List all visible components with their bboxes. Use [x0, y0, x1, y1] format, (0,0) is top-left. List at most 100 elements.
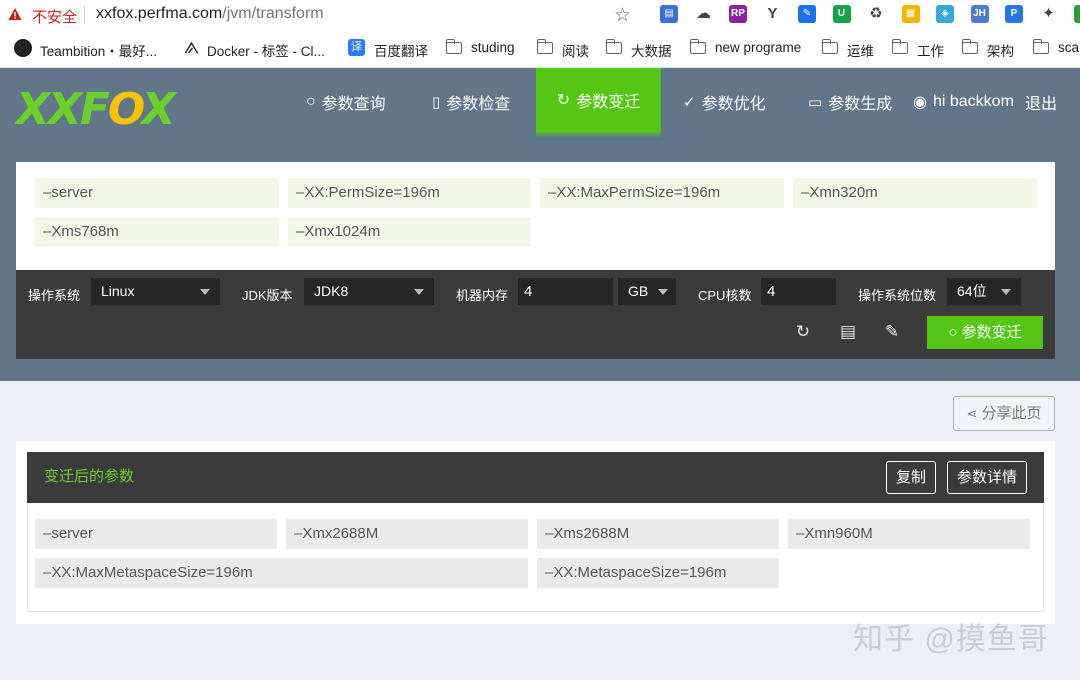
shield-ext-icon[interactable]: U: [832, 5, 851, 23]
bookmark-folder-ops[interactable]: 运维: [847, 40, 874, 60]
nav-item-generate[interactable]: ▭ 参数生成: [808, 68, 892, 136]
nav-label: 参数检查: [446, 96, 511, 113]
bookmark-teambition[interactable]: Teambition・最好...: [40, 40, 157, 60]
input-param-chip[interactable]: –XX:MaxPermSize=196m: [540, 178, 784, 208]
logout-link[interactable]: 退出: [1025, 68, 1057, 136]
jdk-value: JDK8: [314, 283, 349, 299]
edit-icon[interactable]: ✎: [882, 322, 902, 342]
user-greeting: hi backkom: [932, 93, 1014, 110]
bookmark-folder-studing[interactable]: studing: [471, 40, 515, 55]
recycle-ext-icon[interactable]: ♻: [867, 5, 885, 23]
folder-icon: [690, 39, 706, 54]
bookmark-star-icon[interactable]: ☆: [614, 4, 631, 27]
nav-label: 参数生成: [828, 96, 893, 113]
result-param-chip[interactable]: –Xmx2688M: [286, 519, 528, 549]
result-param-chip[interactable]: –Xms2688M: [537, 519, 779, 549]
transform-button[interactable]: ○ 参数变迁: [927, 316, 1043, 349]
memory-input[interactable]: 4: [518, 278, 613, 305]
result-title: 变迁后的参数: [44, 468, 135, 485]
cpu-label: CPU核数: [698, 288, 752, 303]
jdk-select[interactable]: JDK8: [304, 278, 434, 305]
note-ext-icon[interactable]: ▦: [901, 5, 920, 23]
result-param-chip[interactable]: –Xmn960M: [788, 519, 1030, 549]
caret-down-icon: [200, 289, 210, 295]
bookmark-folder-new-programe[interactable]: new programe: [715, 40, 801, 55]
bookmarks-bar: Teambition・最好... Docker - 标签 - Cl... 译 百…: [0, 30, 1080, 68]
os-select[interactable]: Linux: [91, 278, 220, 305]
url-path: /jvm/transform: [222, 5, 324, 22]
url-separator: [84, 6, 85, 24]
search-icon: ○: [306, 93, 316, 110]
v-ext-icon[interactable]: V: [1074, 5, 1080, 23]
caret-down-icon: [414, 289, 424, 295]
transform-button-label: 参数变迁: [961, 324, 1022, 341]
folder-icon: [1033, 39, 1049, 54]
search-icon: ○: [948, 324, 958, 341]
share-label: 分享此页: [981, 405, 1042, 422]
caret-down-icon: [1001, 289, 1011, 295]
y-ext-icon[interactable]: Y: [763, 5, 782, 23]
result-param-chip[interactable]: –XX:MaxMetaspaceSize=196m: [35, 558, 528, 588]
teambition-icon: [14, 39, 32, 57]
os-label: 操作系统: [28, 288, 81, 303]
screen-ext-icon[interactable]: ◈: [936, 5, 954, 23]
refresh-icon: ↻: [556, 92, 571, 109]
nav-item-check[interactable]: ▯ 参数检查: [432, 68, 510, 136]
input-param-chip[interactable]: –Xmn320m: [793, 178, 1037, 208]
bookmark-folder-architecture[interactable]: 架构: [987, 40, 1014, 60]
fox-ext-icon[interactable]: ✦: [1039, 5, 1058, 23]
url-text[interactable]: xxfox.perfma.com/jvm/transform: [96, 5, 324, 23]
folder-icon: [446, 39, 462, 54]
browser-address-bar[interactable]: 不安全 xxfox.perfma.com/jvm/transform ☆ ▤ ☁ R…: [0, 0, 1080, 30]
input-param-chip[interactable]: –Xmx1024m: [288, 217, 531, 247]
check-circle-icon: ✓: [683, 94, 696, 111]
baidu-translate-icon: 译: [348, 39, 365, 56]
nav-item-transform-active[interactable]: ↻ 参数变迁: [536, 68, 661, 138]
clipboard-icon[interactable]: ▤: [838, 322, 858, 342]
bookmark-docker[interactable]: Docker - 标签 - Cl...: [207, 40, 325, 60]
param-detail-button[interactable]: 参数详情: [947, 461, 1027, 494]
arch-value: 64位: [957, 283, 987, 299]
cpu-input[interactable]: 4: [761, 278, 836, 305]
nav-item-optimize[interactable]: ✓ 参数优化: [683, 68, 766, 136]
reset-icon[interactable]: ↻: [793, 322, 813, 342]
input-param-chip[interactable]: –Xms768m: [35, 217, 279, 247]
nav-label: 参数优化: [701, 96, 766, 113]
nav-label: 参数查询: [321, 96, 386, 113]
input-param-chip[interactable]: –server: [35, 178, 279, 208]
cloud-ext-icon[interactable]: ☁: [694, 5, 713, 23]
result-param-chip[interactable]: –server: [35, 519, 277, 549]
bookmark-folder-work[interactable]: 工作: [917, 40, 944, 60]
memory-unit-select[interactable]: GB: [618, 278, 676, 305]
pen-ext-icon[interactable]: ✎: [798, 5, 816, 23]
folder-icon: [537, 39, 553, 54]
jh-ext-icon[interactable]: JH: [970, 5, 989, 23]
p-ext-icon[interactable]: P: [1005, 5, 1023, 23]
folder-icon: [606, 39, 622, 54]
user-menu[interactable]: ◉ hi backkom: [913, 68, 1014, 136]
arch-select[interactable]: 64位: [947, 278, 1021, 305]
bookmark-baidu-translate[interactable]: 百度翻译: [374, 40, 428, 60]
copy-button[interactable]: 复制: [886, 461, 936, 494]
bookmark-folder-sca[interactable]: sca: [1058, 40, 1079, 55]
rp-ext-icon[interactable]: RP: [729, 5, 747, 23]
bookmark-folder-reading[interactable]: 阅读: [562, 40, 589, 60]
docker-icon: [184, 41, 199, 54]
nav-item-query[interactable]: ○ 参数查询: [306, 68, 386, 136]
user-icon: ◉: [913, 94, 927, 111]
calendar-ext-icon[interactable]: ▤: [660, 5, 678, 23]
bookmark-folder-bigdata[interactable]: 大数据: [631, 40, 672, 60]
xxfox-logo[interactable]: XXFOX: [16, 84, 176, 135]
warning-icon: [8, 8, 22, 20]
memory-label: 机器内存: [456, 288, 509, 303]
monitor-icon: ▭: [808, 94, 823, 111]
watermark: 知乎 @摸鱼哥: [853, 623, 1049, 656]
logout-label: 退出: [1025, 96, 1058, 113]
jdk-label: JDK版本: [242, 288, 293, 303]
arch-label: 操作系统位数: [858, 288, 937, 303]
insecure-label: 不安全: [32, 9, 78, 26]
input-param-chip[interactable]: –XX:PermSize=196m: [288, 178, 531, 208]
share-button[interactable]: ⋖ 分享此页: [953, 396, 1055, 431]
result-param-chip[interactable]: –XX:MetaspaceSize=196m: [537, 558, 779, 588]
folder-icon: [892, 39, 908, 54]
